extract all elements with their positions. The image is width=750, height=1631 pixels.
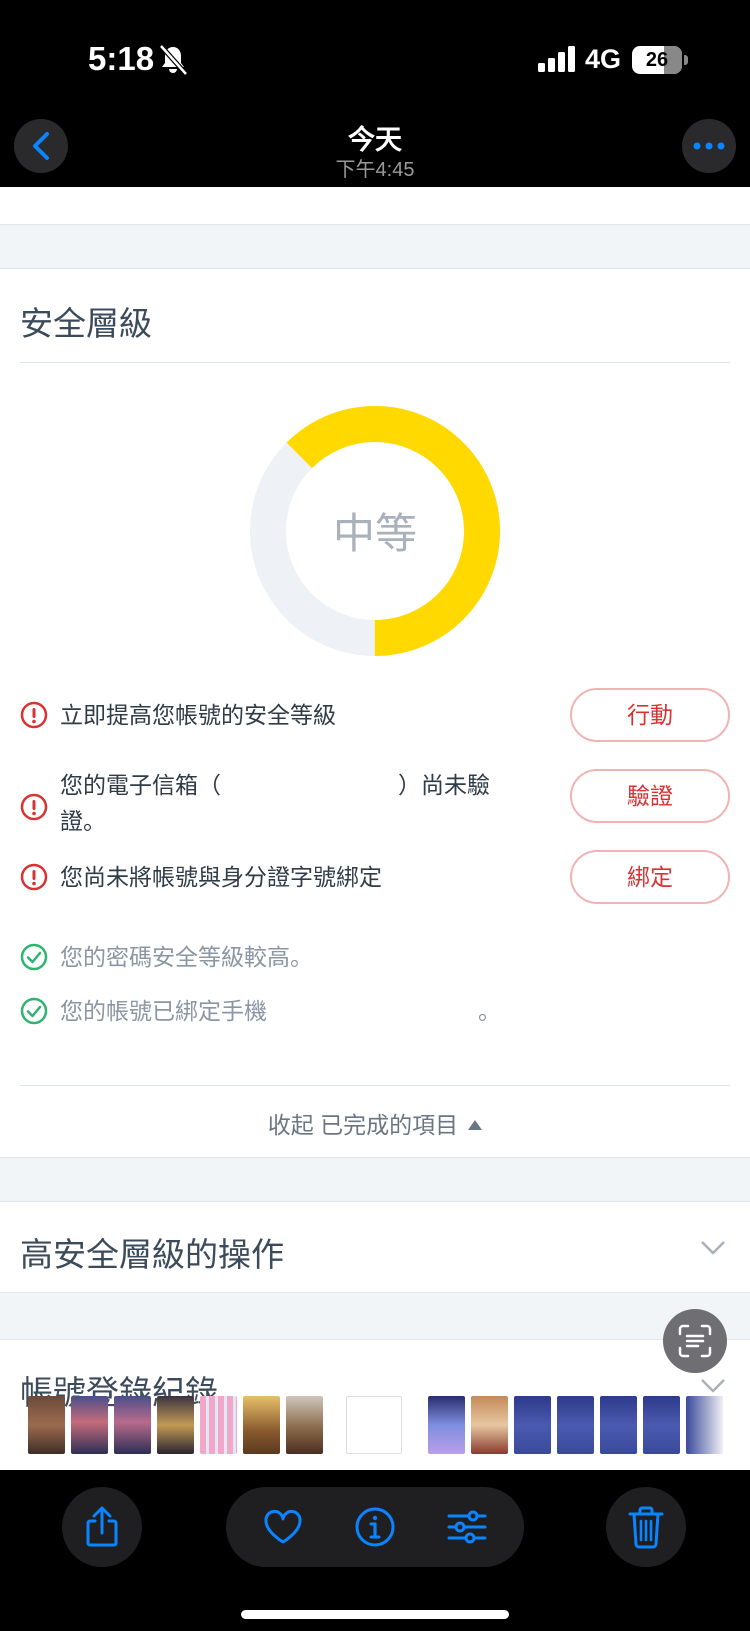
home-indicator	[241, 1610, 509, 1619]
check-circle-icon	[20, 943, 48, 971]
photo-actions-group	[226, 1487, 524, 1567]
thumbnail[interactable]	[686, 1396, 723, 1454]
screenshot-content: 安全層級 中等 立即提高您帳號的安全等級 行動 您的電子信箱（ ）尚未驗 證。 …	[0, 187, 750, 1470]
completed-text-suffix: 。	[478, 998, 501, 1024]
warning-icon	[20, 793, 48, 821]
chevron-down-icon	[701, 1241, 725, 1255]
email-alert-text-close: ）尚未驗	[398, 772, 490, 798]
trash-icon	[628, 1506, 664, 1549]
security-title: 安全層級	[20, 305, 152, 342]
email-alert-text-end: 證。	[60, 808, 106, 834]
thumbnail[interactable]	[286, 1396, 323, 1454]
text-scan-icon	[678, 1324, 712, 1358]
thumbnail[interactable]	[600, 1396, 637, 1454]
thumbnail[interactable]	[514, 1396, 551, 1454]
ellipsis-icon	[693, 142, 725, 150]
id-alert-text: 您尚未將帳號與身分證字號綁定	[60, 864, 382, 890]
share-button[interactable]	[62, 1487, 142, 1567]
status-time: 5:18	[88, 40, 155, 77]
more-button[interactable]	[682, 119, 736, 173]
info-icon[interactable]	[353, 1505, 397, 1549]
warning-icon	[20, 863, 48, 891]
check-circle-icon	[20, 997, 48, 1025]
verify-button[interactable]: 驗證	[570, 769, 730, 823]
collapse-toggle[interactable]: 收起 已完成的項目	[0, 1106, 750, 1140]
heart-icon[interactable]	[261, 1505, 305, 1549]
caret-up-icon	[468, 1120, 483, 1130]
completed-text: 您的帳號已綁定手機	[60, 998, 267, 1024]
nav-title: 今天	[348, 125, 402, 155]
security-level-label: 中等	[332, 510, 417, 557]
battery-tip	[684, 55, 688, 65]
thumbnail[interactable]	[243, 1396, 280, 1454]
alert-text: 立即提高您帳號的安全等級	[60, 702, 336, 728]
alert-row: 您尚未將帳號與身分證字號綁定 綁定	[20, 849, 730, 905]
share-icon	[86, 1506, 118, 1547]
warning-icon	[20, 701, 48, 729]
thumbnail[interactable]	[114, 1396, 151, 1454]
battery-level: 26	[645, 49, 669, 71]
network-type: 4G	[585, 44, 622, 74]
alert-row: 立即提高您帳號的安全等級 行動	[20, 687, 730, 743]
bell-slash-icon	[159, 44, 188, 76]
top-card-edge	[0, 187, 750, 225]
collapse-label: 收起 已完成的項目	[267, 1112, 459, 1138]
delete-button[interactable]	[606, 1487, 686, 1567]
completed-row: 您的帳號已綁定手機 。	[20, 991, 730, 1031]
action-button[interactable]: 行動	[570, 688, 730, 742]
security-card: 安全層級 中等 立即提高您帳號的安全等級 行動 您的電子信箱（ ）尚未驗 證。 …	[0, 268, 750, 1158]
thumbnail[interactable]	[28, 1396, 65, 1454]
completed-row: 您的密碼安全等級較高。	[20, 937, 730, 977]
battery-icon: 26	[632, 46, 682, 74]
thumbnail[interactable]	[71, 1396, 108, 1454]
thumbnail[interactable]	[643, 1396, 680, 1454]
thumbnail[interactable]	[157, 1396, 194, 1454]
section-high-security-ops[interactable]: 高安全層級的操作	[0, 1201, 750, 1293]
thumbnail[interactable]	[428, 1396, 465, 1454]
thumbnail-strip[interactable]	[0, 1396, 750, 1458]
live-text-button[interactable]	[663, 1309, 727, 1373]
nav-bar: 今天 下午4:45	[0, 112, 750, 187]
thumbnail[interactable]	[557, 1396, 594, 1454]
divider	[20, 362, 730, 363]
adjust-icon[interactable]	[445, 1505, 489, 1549]
thumbnail[interactable]	[471, 1396, 508, 1454]
thumbnail-current[interactable]	[346, 1396, 402, 1454]
completed-text: 您的密碼安全等級較高。	[60, 944, 313, 970]
thumbnail[interactable]	[200, 1396, 237, 1454]
bottom-toolbar	[0, 1470, 750, 1631]
alert-row: 您的電子信箱（ ）尚未驗 證。 驗證	[20, 767, 730, 847]
nav-subtitle: 下午4:45	[335, 159, 415, 181]
divider	[20, 1085, 730, 1086]
bind-button[interactable]: 綁定	[570, 850, 730, 904]
status-bar: 5:18 4G 26	[0, 0, 750, 112]
signal-icon	[538, 46, 575, 72]
section-title: 高安全層級的操作	[20, 1236, 284, 1273]
chevron-down-icon	[701, 1379, 725, 1393]
email-alert-text: 您的電子信箱（	[60, 772, 221, 798]
